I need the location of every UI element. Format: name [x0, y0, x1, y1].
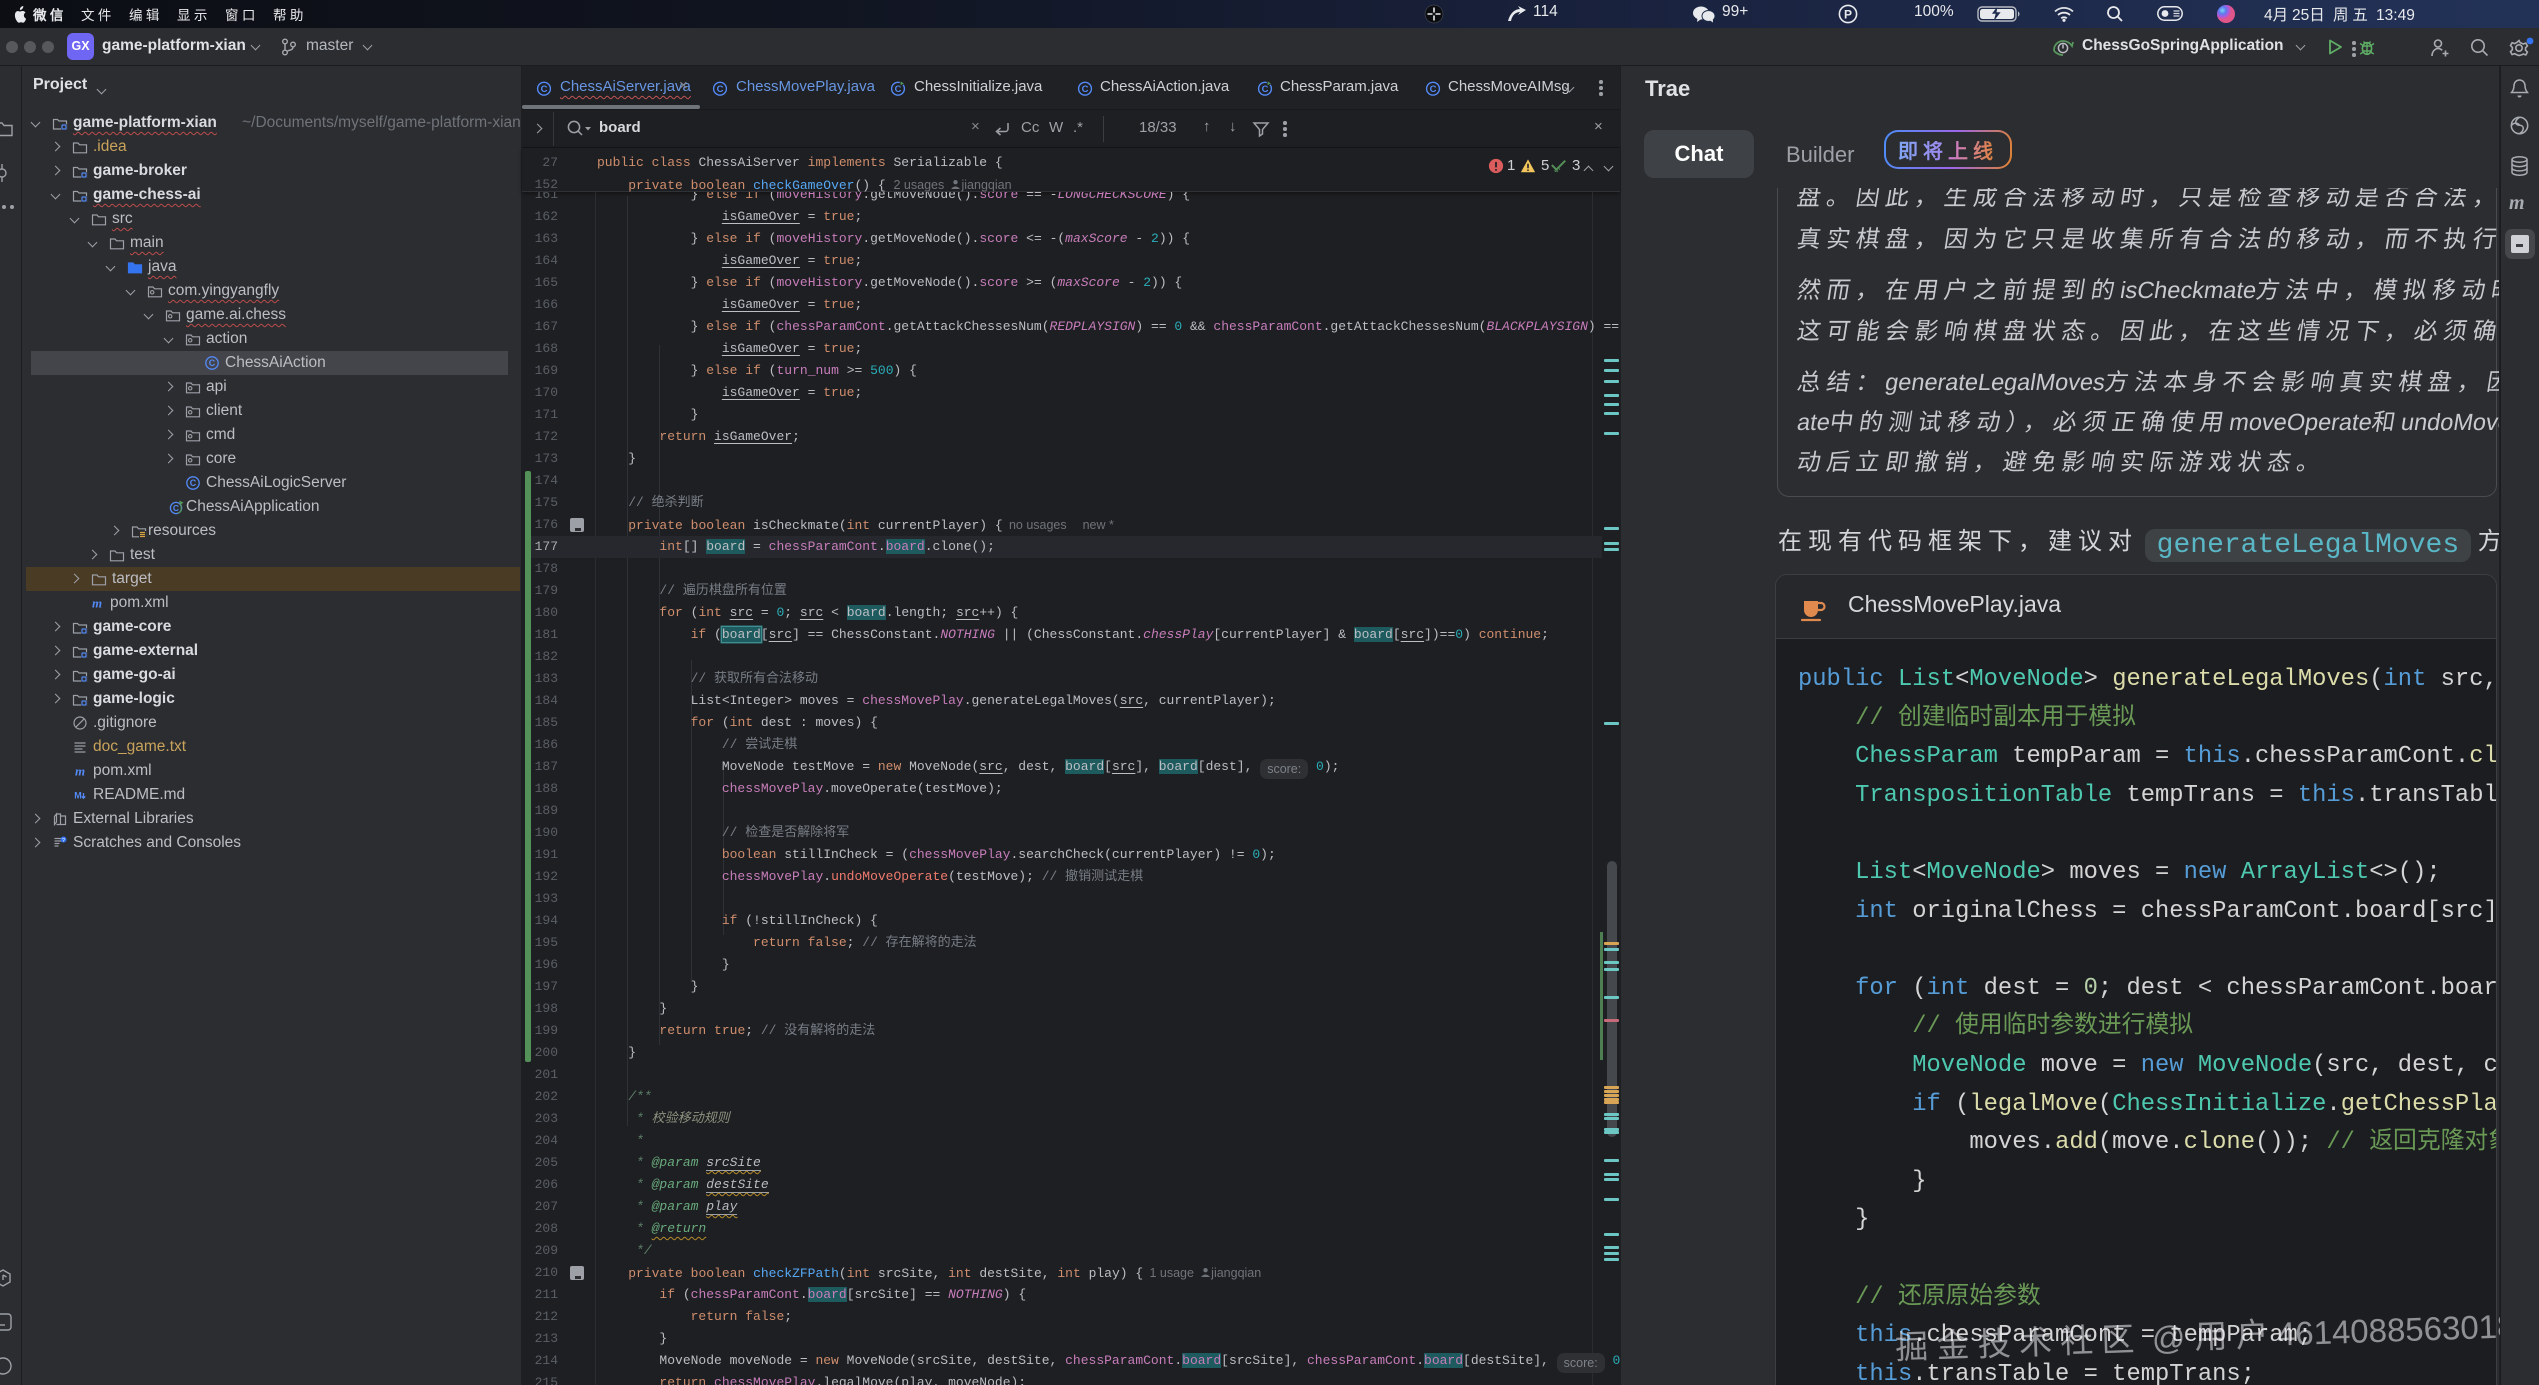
- svg-text:C: C: [541, 84, 548, 95]
- svg-text:m: m: [75, 764, 85, 779]
- svg-text:C: C: [190, 478, 197, 488]
- svg-text:M: M: [74, 791, 82, 801]
- svg-text:m: m: [92, 596, 102, 611]
- svg-text:C: C: [173, 503, 179, 513]
- svg-text:C: C: [209, 358, 216, 368]
- svg-text:?: ?: [62, 838, 65, 844]
- svg-text:P: P: [1844, 8, 1852, 22]
- svg-text:C: C: [717, 84, 724, 95]
- svg-text:C: C: [1430, 84, 1437, 95]
- svg-text:C: C: [1082, 84, 1089, 95]
